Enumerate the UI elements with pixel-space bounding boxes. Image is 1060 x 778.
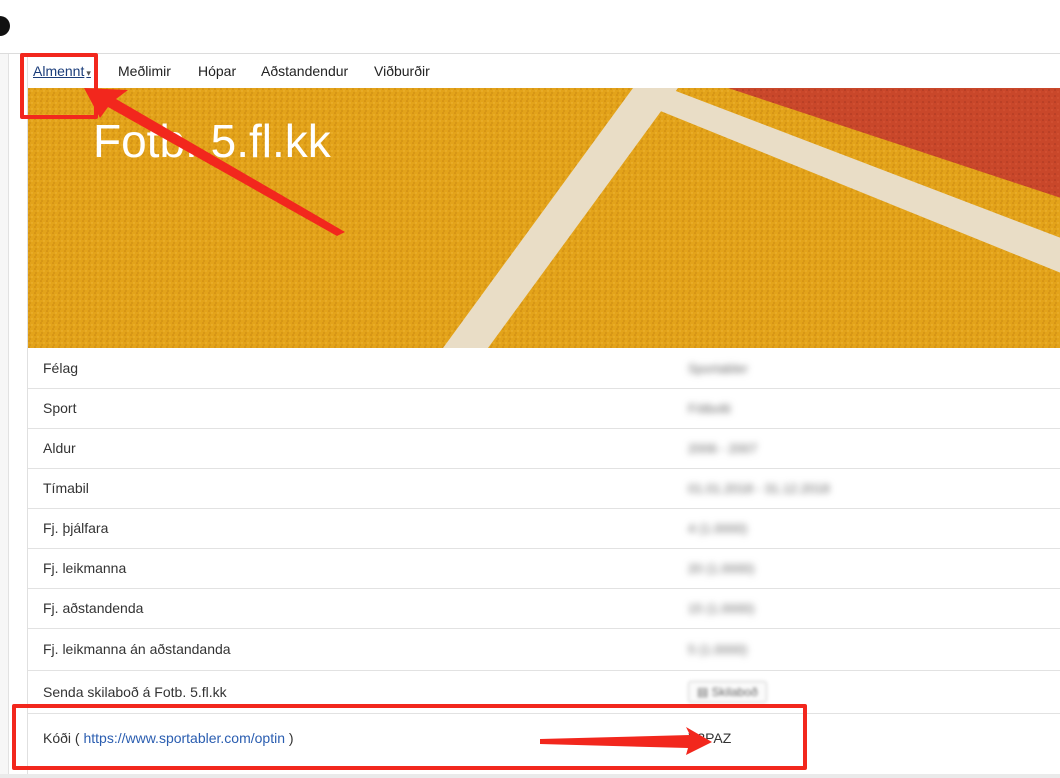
banner-image: Fotb. 5.fl.kk — [28, 88, 1060, 348]
row-value: Fótbolti — [688, 401, 731, 416]
row-value: 01.01.2018 - 31.12.2018 — [688, 481, 830, 496]
banner-title: Fotb. 5.fl.kk — [93, 115, 331, 167]
row-label: Fj. leikmanna — [43, 560, 127, 576]
row-label: Tímabil — [43, 480, 89, 496]
send-message-label: Skilaboð — [711, 684, 758, 699]
table-row: Fj. leikmanna án aðstandanda 5 (1.0000) — [28, 628, 1060, 670]
info-table: Félag Sportabler Sport Fótbolti Aldur 20… — [28, 348, 1060, 763]
tab-label: Almennt — [33, 63, 85, 79]
table-row: Fj. leikmanna 20 (1.0000) — [28, 548, 1060, 588]
table-row: Sport Fótbolti — [28, 388, 1060, 428]
row-label: Senda skilaboð á Fotb. 5.fl.kk — [43, 683, 227, 700]
tab-bar: Almennt ▾ Meðlimir Hópar Aðstandendur Við… — [28, 54, 1060, 88]
tab-adstandendur[interactable]: Aðstandendur — [261, 63, 348, 79]
row-value: Sportabler — [688, 360, 748, 376]
table-row: Aldur 2006 - 2007 — [28, 428, 1060, 468]
code-label-prefix: Kóði ( — [43, 730, 80, 747]
code-value-text: Y3PAZ — [688, 730, 732, 747]
optin-link[interactable]: https://www.sportabler.com/optin — [83, 730, 285, 746]
row-label: Fj. þjálfara — [43, 520, 109, 536]
row-value: ▤ Skilaboð — [673, 670, 1060, 713]
code-value: Y3PAZ — [673, 713, 1060, 763]
tab-medlimir[interactable]: Meðlimir — [118, 63, 171, 79]
send-message-button[interactable]: ▤ Skilaboð — [688, 680, 767, 703]
chevron-down-icon: ▾ — [86, 68, 91, 78]
top-bar — [0, 0, 1060, 54]
table-row: Kóði ( https://www.sportabler.com/optin … — [28, 713, 1060, 763]
table-row: Fj. þjálfara 4 (1.0000) — [28, 508, 1060, 548]
bottom-border — [0, 774, 1060, 778]
code-label-suffix: ) — [288, 730, 294, 747]
code-label: Kóði ( https://www.sportabler.com/optin … — [28, 713, 673, 763]
message-icon: ▤ — [697, 684, 712, 699]
row-label: Fj. aðstandenda — [43, 600, 144, 616]
left-rail — [0, 54, 9, 778]
table-row: Senda skilaboð á Fotb. 5.fl.kk ▤ Skilabo… — [28, 670, 1060, 713]
tab-almennt[interactable]: Almennt ▾ — [33, 63, 91, 79]
tab-hopar[interactable]: Hópar — [198, 63, 236, 79]
table-row: Félag Sportabler — [28, 348, 1060, 388]
app-logo-icon[interactable] — [0, 16, 10, 36]
row-label: Félag — [43, 359, 79, 376]
row-label: Sport — [43, 400, 77, 416]
tab-vidburdir[interactable]: Viðburðir — [374, 63, 430, 79]
table-row: Tímabil 01.01.2018 - 31.12.2018 — [28, 468, 1060, 508]
row-value: 20 (1.0000) — [688, 561, 755, 576]
table-row: Fj. aðstandenda 15 (1.0000) — [28, 588, 1060, 628]
row-value: 5 (1.0000) — [688, 642, 748, 657]
row-label: Aldur — [43, 440, 76, 456]
row-value: 2006 - 2007 — [688, 441, 758, 456]
row-value: 15 (1.0000) — [688, 601, 755, 616]
row-value: 4 (1.0000) — [688, 521, 748, 536]
row-label: Fj. leikmanna án aðstandanda — [43, 641, 231, 657]
group-panel: Almennt ▾ Meðlimir Hópar Aðstandendur Við… — [27, 54, 1060, 774]
